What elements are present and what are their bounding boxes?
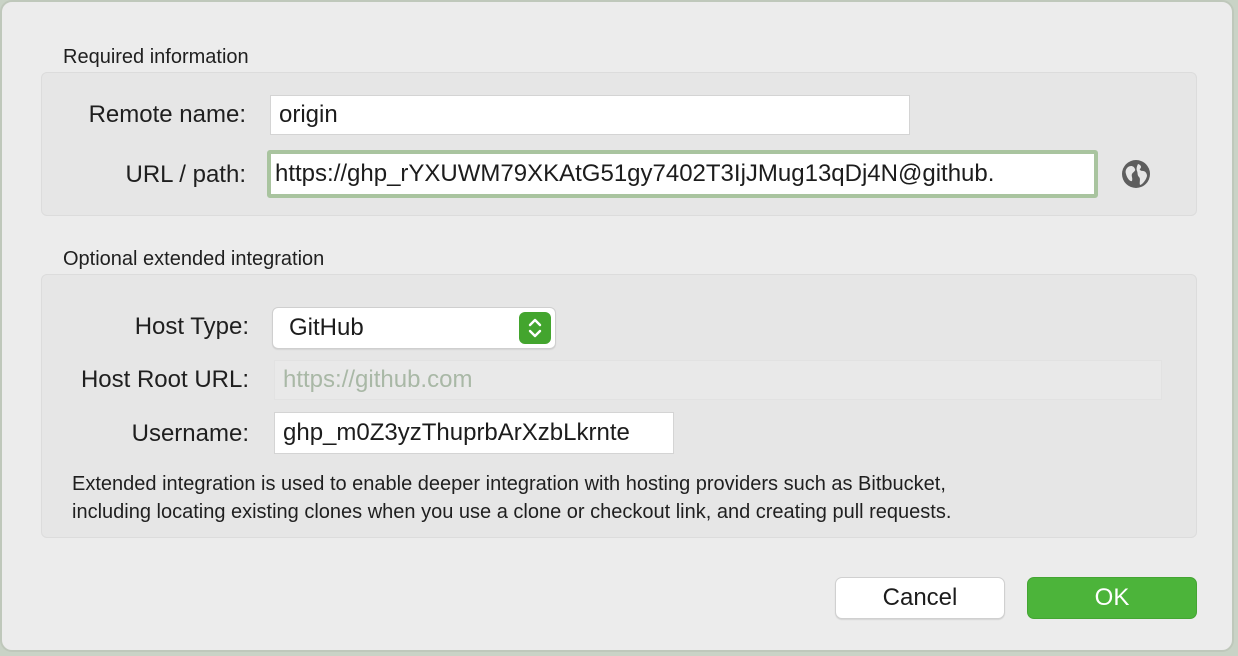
host-type-select[interactable]: GitHub xyxy=(272,307,556,349)
host-type-label: Host Type: xyxy=(134,313,249,340)
username-input[interactable]: ghp_m0Z3yzThuprbArXzbLkrnte xyxy=(274,412,674,454)
chevron-up-down-icon xyxy=(519,312,551,344)
optional-integration-title: Optional extended integration xyxy=(63,248,325,270)
required-info-title: Required information xyxy=(63,46,249,68)
cancel-button[interactable]: Cancel xyxy=(835,577,1005,619)
remote-name-label: Remote name: xyxy=(88,101,246,128)
host-type-value: GitHub xyxy=(289,314,364,341)
integration-note-line2: including locating existing clones when … xyxy=(72,501,952,523)
username-label: Username: xyxy=(131,420,249,447)
globe-icon[interactable] xyxy=(1120,158,1152,190)
remote-name-input[interactable]: origin xyxy=(270,95,910,135)
host-root-url-label: Host Root URL: xyxy=(80,366,249,393)
url-path-input[interactable]: https://ghp_rYXUWM79XKAtG51gy7402T3IjJMu… xyxy=(267,150,1098,198)
url-path-label: URL / path: xyxy=(125,161,246,188)
integration-note-line1: Extended integration is used to enable d… xyxy=(72,473,946,495)
add-remote-dialog: Required information Remote name: origin… xyxy=(0,0,1234,652)
host-root-url-input: https://github.com xyxy=(274,360,1162,400)
ok-button[interactable]: OK xyxy=(1027,577,1197,619)
